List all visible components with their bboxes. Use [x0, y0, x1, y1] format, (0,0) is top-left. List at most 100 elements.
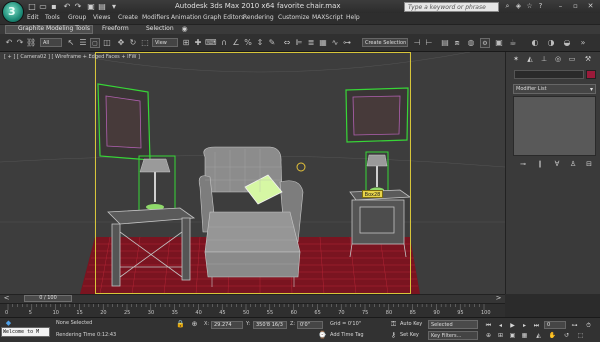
menu-modifiers[interactable]: Modifiers	[142, 14, 169, 21]
quick-render-icon[interactable]: ◐	[530, 38, 540, 48]
remove-modifier-icon[interactable]: ♙	[568, 160, 578, 169]
restore-icon[interactable]: ▫	[571, 2, 580, 11]
selection-region-icon[interactable]: ▢	[90, 38, 100, 48]
selection-filter-dropdown[interactable]: All	[40, 38, 62, 47]
percent-snap-icon[interactable]: %	[243, 38, 253, 48]
modifier-list-dropdown[interactable]: Modifier List ▾	[513, 84, 596, 94]
viewport-label-menu[interactable]: [ + ] [ Camera02 ] [ Wireframe + Edged F…	[4, 54, 140, 60]
rendered-frame-window-icon[interactable]: ▣	[494, 38, 504, 48]
menu-graph-editors[interactable]: Graph Editors	[203, 14, 244, 21]
menu-animation[interactable]: Animation	[171, 14, 202, 21]
toolbar-overflow-icon[interactable]: »	[578, 38, 588, 48]
quick-access-dropdown-icon[interactable]: ▾	[109, 2, 119, 11]
maximize-viewport-icon[interactable]: ⬚	[576, 332, 585, 340]
configure-modifier-sets-icon[interactable]: ⊟	[584, 160, 594, 169]
select-object-icon[interactable]: ↖	[66, 38, 76, 48]
select-and-scale-icon[interactable]: ⬚	[140, 38, 150, 48]
track-view-icon[interactable]: ⧈	[452, 38, 462, 48]
create-tab-icon[interactable]: ✶	[510, 54, 522, 64]
snaps-toggle-icon[interactable]: ∩	[219, 38, 229, 48]
tab-graphite-modeling-tools[interactable]: Graphite Modeling Tools	[18, 25, 90, 32]
layer-manager-icon[interactable]: ≣	[306, 38, 316, 48]
time-tag-icon[interactable]: ⌚	[318, 331, 327, 340]
reference-coordinate-dropdown[interactable]: View	[152, 38, 178, 47]
key-mode-toggle-icon[interactable]: ⊶	[570, 322, 579, 330]
select-and-move-icon[interactable]: ✥	[116, 38, 126, 48]
zoom-icon[interactable]: ⊕	[484, 332, 493, 340]
window-crossing-icon[interactable]: ◫	[102, 38, 112, 48]
menu-customize[interactable]: Customize	[278, 14, 310, 21]
help-icon[interactable]: ?	[536, 2, 545, 11]
set-key-button[interactable]: Set Key	[400, 331, 424, 340]
key-mode-dropdown[interactable]: Selected	[428, 320, 478, 329]
modify-tab-icon[interactable]: ◭	[524, 54, 536, 64]
object-color-swatch[interactable]	[586, 70, 596, 79]
time-prev-icon[interactable]: <	[2, 294, 11, 303]
mirror-tool-icon[interactable]: ⊣	[412, 38, 422, 48]
activeshade-icon[interactable]: ◒	[562, 38, 572, 48]
align-icon[interactable]: ⊫	[294, 38, 304, 48]
modifier-stack[interactable]	[513, 96, 596, 156]
favorites-star-icon[interactable]: ☆	[525, 2, 534, 11]
menu-edit[interactable]: Edit	[27, 14, 39, 21]
key-filters-button[interactable]: Key Filters...	[428, 331, 478, 340]
minimize-icon[interactable]: –	[556, 2, 565, 11]
menu-help[interactable]: Help	[346, 14, 360, 21]
maxscript-listener-input[interactable]: Welcome to M	[1, 327, 50, 337]
x-coordinate-field[interactable]: 29.274	[211, 321, 243, 329]
next-frame-icon[interactable]: ▸	[520, 322, 529, 330]
open-file-icon[interactable]: ▭	[38, 2, 48, 11]
time-slider-thumb[interactable]: 0 / 100	[24, 295, 72, 302]
edit-named-selections-icon[interactable]: ✎	[267, 38, 277, 48]
undo-toolbar-icon[interactable]: ↶	[4, 38, 14, 48]
scene-explorer-icon[interactable]: ▤	[440, 38, 450, 48]
current-frame-field[interactable]: 0	[544, 321, 566, 329]
align-tool-icon[interactable]: ⊢	[424, 38, 434, 48]
new-file-icon[interactable]: □	[27, 2, 37, 11]
close-icon[interactable]: ✕	[586, 2, 595, 11]
search-icon[interactable]: ⌕	[503, 2, 512, 11]
menu-views[interactable]: Views	[93, 14, 110, 21]
menu-group[interactable]: Group	[68, 14, 86, 21]
angle-snap-icon[interactable]: ∠	[231, 38, 241, 48]
field-of-view-icon[interactable]: ◭	[534, 332, 543, 340]
motion-tab-icon[interactable]: ◎	[552, 54, 564, 64]
orbit-icon[interactable]: ↺	[562, 332, 571, 340]
select-by-name-icon[interactable]: ☰	[78, 38, 88, 48]
search-input[interactable]: Type a keyword or phrase	[404, 2, 499, 12]
menu-create[interactable]: Create	[118, 14, 138, 21]
save-file-icon[interactable]: ▪	[49, 2, 59, 11]
utilities-tab-icon[interactable]: ⚒	[582, 54, 594, 64]
auto-key-button[interactable]: Auto Key	[400, 320, 424, 329]
menu-maxscript[interactable]: MAXScript	[312, 14, 343, 21]
time-slider-track[interactable]	[0, 294, 505, 303]
tab-selection[interactable]: Selection	[146, 25, 174, 32]
previous-frame-icon[interactable]: ◂	[496, 322, 505, 330]
select-and-link-icon[interactable]: ⛓	[26, 38, 36, 48]
set-key-icon[interactable]: ⚷	[389, 331, 398, 340]
pivot-center-icon[interactable]: ⊞	[181, 38, 191, 48]
time-next-icon[interactable]: >	[494, 294, 503, 303]
redo-icon[interactable]: ↷	[73, 2, 83, 11]
schematic-view-icon[interactable]: ⊶	[342, 38, 352, 48]
add-time-tag-button[interactable]: Add Time Tag	[330, 332, 364, 338]
zoom-extents-all-icon[interactable]: ▦	[520, 332, 529, 340]
key-icon[interactable]: ⚿	[389, 320, 398, 329]
render-iterative-icon[interactable]: ◑	[546, 38, 556, 48]
project-folder-icon[interactable]: ▤	[97, 2, 107, 11]
ribbon-options-icon[interactable]: ◉	[180, 25, 189, 34]
hierarchy-tab-icon[interactable]: ⊥	[538, 54, 550, 64]
zoom-extents-icon[interactable]: ▣	[508, 332, 517, 340]
redo-toolbar-icon[interactable]: ↷	[15, 38, 25, 48]
undo-icon[interactable]: ↶	[62, 2, 72, 11]
hold-icon[interactable]: ▣	[86, 2, 96, 11]
named-selection-sets-dropdown[interactable]: Create Selection S	[362, 38, 408, 47]
spinner-snap-icon[interactable]: ⇕	[255, 38, 265, 48]
menu-tools[interactable]: Tools	[45, 14, 60, 21]
tab-freeform[interactable]: Freeform	[102, 25, 129, 32]
menu-rendering[interactable]: Rendering	[243, 14, 274, 21]
make-unique-icon[interactable]: ∀	[552, 160, 562, 169]
keyboard-shortcut-icon[interactable]: ⌨	[205, 38, 217, 48]
play-icon[interactable]: ▶	[508, 322, 517, 330]
display-tab-icon[interactable]: ▭	[566, 54, 578, 64]
